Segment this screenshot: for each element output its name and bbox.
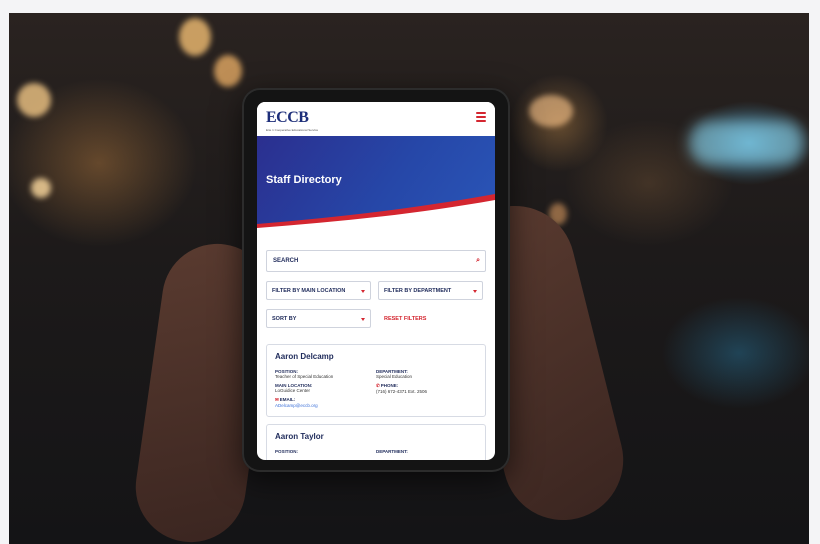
chevron-down-icon bbox=[361, 318, 365, 321]
sort-row: SORT BY RESET FILTERS bbox=[266, 309, 486, 328]
staff-card: Aaron Delcamp POSITION: Teacher of Speci… bbox=[266, 344, 486, 417]
chevron-down-icon bbox=[361, 290, 365, 293]
email-link[interactable]: ADelcamp@eccb.org bbox=[275, 403, 376, 408]
filter-row: FILTER BY MAIN LOCATION FILTER BY DEPART… bbox=[266, 281, 486, 300]
logo-subtitle: Erie 1 Cooperative Educational Services bbox=[266, 128, 318, 132]
tablet-screen: ECCB Erie 1 Cooperative Educational Serv… bbox=[257, 102, 495, 460]
staff-name: Aaron Delcamp bbox=[275, 352, 334, 361]
position-value: Teacher of Special Education bbox=[275, 374, 334, 379]
chevron-down-icon bbox=[473, 290, 477, 293]
search-label: SEARCH bbox=[273, 258, 299, 264]
department-value: Special Education bbox=[376, 374, 413, 379]
site-logo[interactable]: ECCB Erie 1 Cooperative Educational Serv… bbox=[266, 109, 318, 132]
phone-icon: ✆ bbox=[376, 383, 380, 388]
sort-label: SORT BY bbox=[272, 316, 297, 322]
staff-card: Aaron Taylor POSITION: DEPARTMENT: bbox=[266, 424, 486, 460]
hero-banner: Staff Directory bbox=[257, 136, 495, 232]
bokeh-light bbox=[179, 18, 211, 56]
position-label: POSITION: bbox=[275, 449, 299, 454]
site-header: ECCB Erie 1 Cooperative Educational Serv… bbox=[257, 102, 495, 136]
location-filter-select[interactable]: FILTER BY MAIN LOCATION bbox=[266, 281, 371, 300]
neon-sign bbox=[689, 121, 804, 165]
department-filter-label: FILTER BY DEPARTMENT bbox=[384, 288, 452, 294]
department-label: DEPARTMENT: bbox=[376, 449, 408, 454]
search-input[interactable]: SEARCH ⌕ bbox=[266, 250, 486, 272]
email-label: EMAIL: bbox=[279, 397, 296, 402]
page-title: Staff Directory bbox=[266, 174, 342, 186]
location-filter-label: FILTER BY MAIN LOCATION bbox=[272, 288, 346, 294]
reset-filters-link[interactable]: RESET FILTERS bbox=[384, 316, 426, 322]
hero-wave bbox=[257, 194, 495, 232]
bokeh-light bbox=[529, 95, 573, 127]
search-icon[interactable]: ⌕ bbox=[476, 251, 480, 271]
directory-content: SEARCH ⌕ FILTER BY MAIN LOCATION FILTER … bbox=[257, 232, 495, 460]
bokeh-light bbox=[17, 83, 51, 117]
logo-text: ECCB bbox=[266, 109, 309, 126]
phone-label: PHONE: bbox=[380, 383, 399, 388]
phone-value[interactable]: (716) 672-4371 Ext. 2506 bbox=[376, 389, 477, 394]
department-filter-select[interactable]: FILTER BY DEPARTMENT bbox=[378, 281, 483, 300]
bokeh-light bbox=[31, 178, 51, 198]
location-value: LoGuidice Center bbox=[275, 388, 311, 393]
email-icon: ✉ bbox=[275, 397, 279, 402]
tablet-device: ECCB Erie 1 Cooperative Educational Serv… bbox=[242, 88, 510, 472]
sort-select[interactable]: SORT BY bbox=[266, 309, 371, 328]
staff-name: Aaron Taylor bbox=[275, 432, 324, 441]
bokeh-light bbox=[214, 55, 242, 87]
hamburger-menu-icon[interactable] bbox=[476, 112, 486, 122]
